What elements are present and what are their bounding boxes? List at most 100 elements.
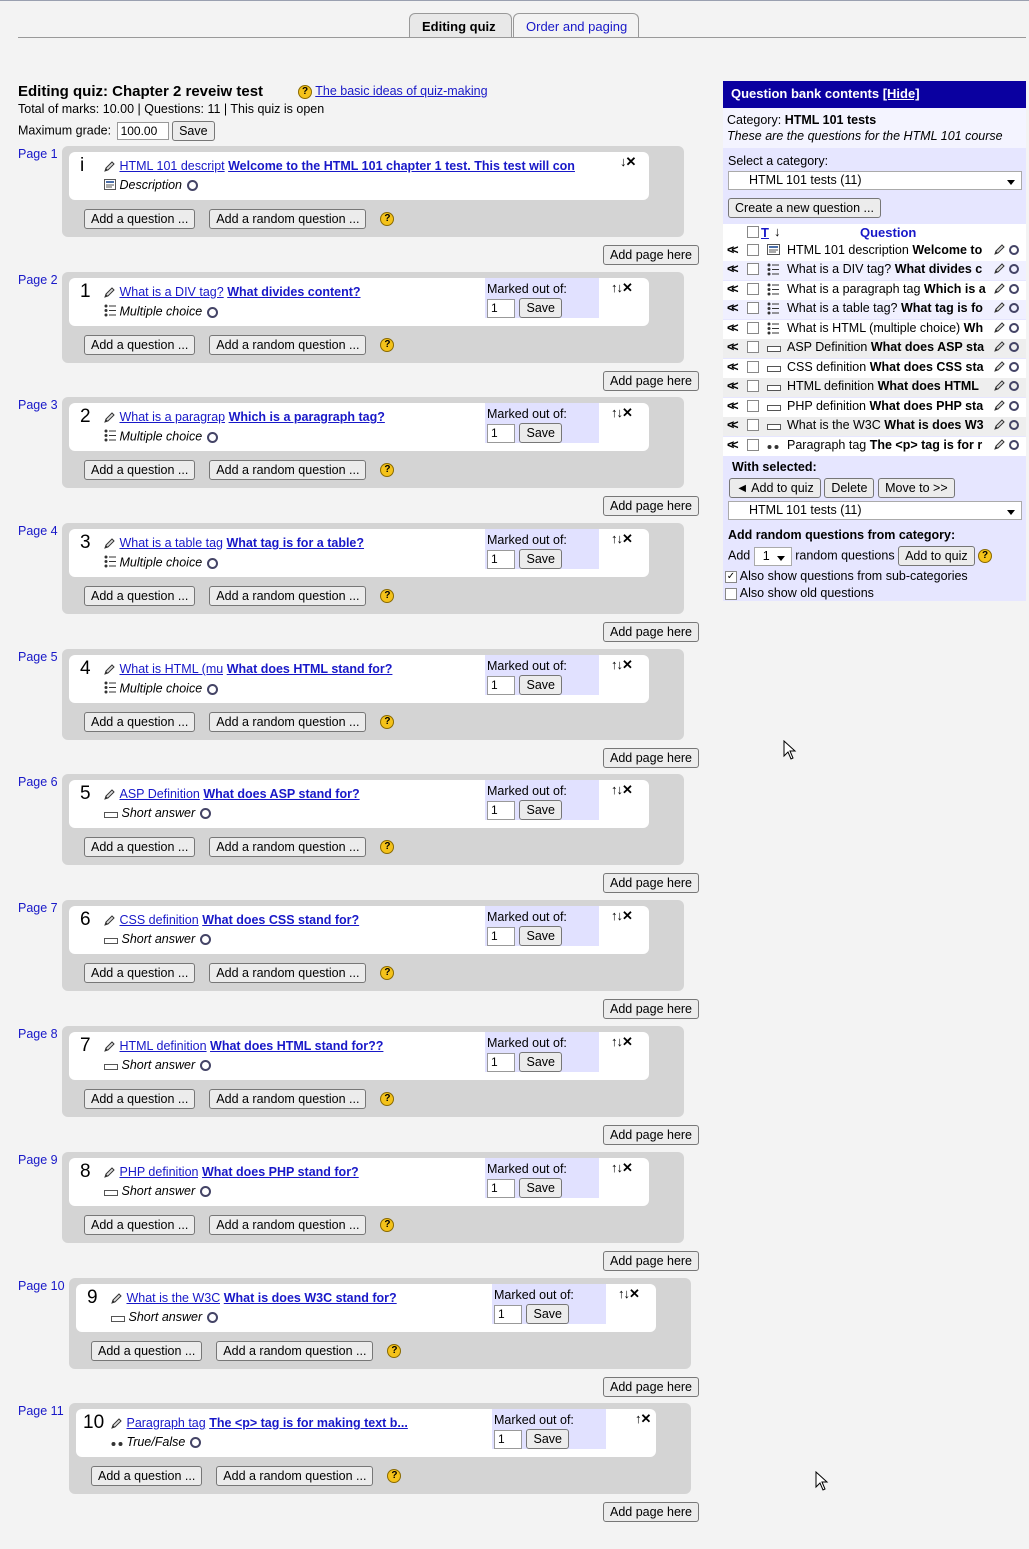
move-delete-controls[interactable]: ↑↓✕ [611, 657, 633, 673]
also-sub-checkbox[interactable]: ✓ [725, 570, 737, 583]
preview-icon[interactable] [1009, 381, 1019, 391]
add-help-icon[interactable]: ? [380, 1092, 395, 1106]
preview-icon[interactable] [1009, 303, 1019, 313]
move-delete-controls[interactable]: ↑↓✕ [611, 405, 633, 421]
add-question-button[interactable]: Add a question ... [84, 837, 196, 857]
add-to-quiz-icon[interactable]: << [727, 399, 738, 413]
add-help-icon[interactable]: ? [380, 966, 395, 980]
category-select[interactable]: HTML 101 tests (11) [728, 171, 1022, 190]
add-help-icon[interactable]: ? [380, 1218, 395, 1232]
edit-question-icon[interactable] [104, 663, 116, 676]
select-all-checkbox[interactable] [747, 226, 759, 238]
question-text-link[interactable]: The <p> tag is for making text b... [209, 1416, 408, 1430]
max-grade-input[interactable]: 100.00 [116, 122, 169, 140]
preview-icon[interactable] [1009, 362, 1019, 372]
add-random-question-button[interactable]: Add a random question ... [209, 460, 367, 480]
preview-icon[interactable] [207, 1312, 219, 1324]
edit-question-icon[interactable] [111, 1292, 123, 1305]
edit-icon[interactable] [994, 439, 1005, 453]
delete-button[interactable]: Delete [824, 478, 875, 498]
question-name-link[interactable]: What is the W3C [126, 1291, 220, 1305]
add-to-quiz-icon[interactable]: << [727, 360, 738, 374]
preview-icon[interactable] [190, 1437, 202, 1449]
mark-save-button[interactable]: Save [519, 549, 562, 569]
question-text-link[interactable]: What is does W3C stand for? [224, 1291, 397, 1305]
add-random-question-button[interactable]: Add a random question ... [216, 1466, 374, 1486]
basic-ideas-link[interactable]: The basic ideas of quiz-making [315, 84, 487, 98]
random-count-select[interactable]: 1 [753, 546, 792, 566]
add-help-icon[interactable]: ? [387, 1344, 402, 1358]
preview-icon[interactable] [200, 1060, 212, 1072]
edit-icon[interactable] [994, 400, 1005, 414]
question-name-link[interactable]: CSS definition [119, 913, 198, 927]
add-help-icon[interactable]: ? [380, 212, 395, 226]
question-checkbox[interactable] [747, 341, 759, 353]
add-to-quiz-icon[interactable]: << [727, 301, 738, 315]
mark-input[interactable]: 1 [494, 1429, 522, 1449]
add-page-here-button[interactable]: Add page here [603, 622, 700, 642]
question-checkbox[interactable] [747, 283, 759, 295]
add-page-here-button[interactable]: Add page here [603, 496, 700, 516]
mark-input[interactable]: 1 [487, 298, 515, 318]
mark-save-button[interactable]: Save [519, 926, 562, 946]
question-checkbox[interactable] [747, 380, 759, 392]
tab-order-and-paging[interactable]: Order and paging [513, 13, 639, 37]
edit-question-icon[interactable] [104, 537, 116, 550]
mark-save-button[interactable]: Save [519, 1052, 562, 1072]
help-link-row[interactable]: ? The basic ideas of quiz-making [298, 84, 488, 99]
move-delete-controls[interactable]: ↑↓✕ [611, 280, 633, 296]
mark-save-button[interactable]: Save [519, 800, 562, 820]
add-question-button[interactable]: Add a question ... [84, 209, 196, 229]
add-question-button[interactable]: Add a question ... [84, 1089, 196, 1109]
edit-icon[interactable] [994, 283, 1005, 297]
question-name-link[interactable]: ASP Definition [119, 787, 199, 801]
question-name-link[interactable]: HTML 101 descript [119, 159, 224, 173]
preview-icon[interactable] [1009, 440, 1019, 450]
move-delete-controls[interactable]: ↑↓✕ [611, 1160, 633, 1176]
add-random-question-button[interactable]: Add a random question ... [209, 712, 367, 732]
help-icon[interactable]: ? [298, 84, 312, 99]
question-name-link[interactable]: What is HTML (mu [119, 662, 223, 676]
mark-input[interactable]: 1 [487, 1178, 515, 1198]
add-question-button[interactable]: Add a question ... [91, 1341, 203, 1361]
also-old-row[interactable]: Also show old questions [725, 586, 874, 600]
add-page-here-button[interactable]: Add page here [603, 1502, 700, 1522]
edit-question-icon[interactable] [104, 788, 116, 801]
question-text-link[interactable]: What does HTML stand for? [227, 662, 393, 676]
question-name-link[interactable]: What is a table tag [119, 536, 223, 550]
sort-question-header[interactable]: Question [860, 225, 916, 240]
question-text-link[interactable]: What does ASP stand for? [203, 787, 359, 801]
preview-icon[interactable] [1009, 284, 1019, 294]
question-text-link[interactable]: What does HTML stand for?? [210, 1039, 383, 1053]
add-to-quiz-icon[interactable]: << [727, 340, 738, 354]
add-help-icon[interactable]: ? [380, 589, 395, 603]
preview-icon[interactable] [187, 180, 199, 192]
edit-question-icon[interactable] [104, 286, 116, 299]
add-to-quiz-icon[interactable]: << [727, 418, 738, 432]
hide-bank-link[interactable]: [Hide] [883, 86, 920, 101]
preview-icon[interactable] [1009, 245, 1019, 255]
add-to-quiz-icon[interactable]: << [727, 379, 738, 393]
mark-input[interactable]: 1 [487, 1052, 515, 1072]
question-checkbox[interactable] [747, 361, 759, 373]
create-question-button[interactable]: Create a new question ... [728, 198, 881, 218]
question-checkbox[interactable] [747, 419, 759, 431]
question-checkbox[interactable] [747, 244, 759, 256]
edit-question-icon[interactable] [104, 914, 116, 927]
preview-icon[interactable] [207, 431, 219, 443]
preview-icon[interactable] [207, 683, 219, 695]
add-page-here-button[interactable]: Add page here [603, 999, 700, 1019]
preview-icon[interactable] [1009, 342, 1019, 352]
question-checkbox[interactable] [747, 302, 759, 314]
add-random-question-button[interactable]: Add a random question ... [209, 209, 367, 229]
mark-input[interactable]: 1 [487, 423, 515, 443]
add-help-icon[interactable]: ? [380, 463, 395, 477]
add-to-quiz-icon[interactable]: << [727, 243, 738, 257]
edit-icon[interactable] [994, 380, 1005, 394]
add-random-question-button[interactable]: Add a random question ... [209, 837, 367, 857]
question-name-link[interactable]: What is a DIV tag? [119, 285, 223, 299]
add-page-here-button[interactable]: Add page here [603, 1377, 700, 1397]
question-text-link[interactable]: What does CSS stand for? [202, 913, 359, 927]
edit-icon[interactable] [994, 361, 1005, 375]
preview-icon[interactable] [1009, 420, 1019, 430]
